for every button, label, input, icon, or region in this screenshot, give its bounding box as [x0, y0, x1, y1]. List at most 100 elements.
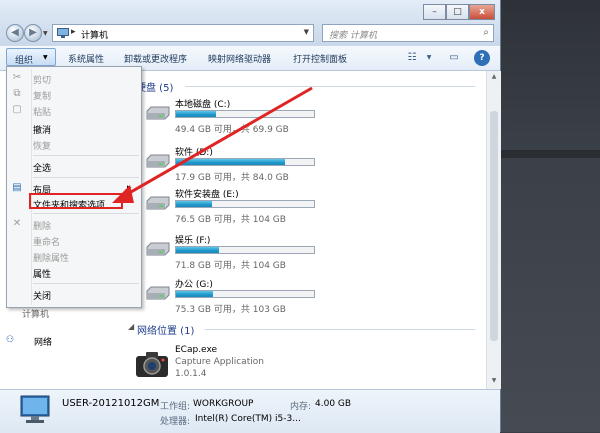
vertical-scrollbar[interactable]: ▲ ▼	[486, 71, 501, 389]
annotation-highlight-box	[29, 193, 123, 209]
menu-item: 重命名	[33, 238, 61, 248]
nav-computer-item[interactable]: 计算机	[22, 307, 49, 320]
scissors-icon: ✂	[12, 72, 22, 83]
system-properties-button[interactable]: 系统属性	[68, 52, 104, 65]
chevron-down-icon: ▼	[43, 54, 48, 61]
back-button[interactable]: ◀	[6, 24, 24, 42]
memory-value: 4.00 GB	[315, 399, 352, 409]
drive-item[interactable]: 软件 (D:) 17.9 GB 可用，共 84.0 GB	[145, 145, 325, 185]
address-dropdown-icon[interactable]: ▼	[304, 28, 309, 36]
menu-item: 剪切	[33, 76, 52, 86]
menu-item[interactable]: 撤消	[33, 123, 51, 136]
search-icon[interactable]: ⌕	[483, 27, 489, 38]
computer-icon	[20, 395, 50, 423]
drive-usage-bar	[175, 158, 315, 166]
uninstall-program-button[interactable]: 卸载或更改程序	[124, 52, 187, 65]
organize-label: 组织	[15, 56, 34, 66]
memory-label: 内存:	[290, 402, 312, 412]
drive-name: 办公 (G:)	[175, 280, 213, 290]
drive-usage-bar	[175, 246, 315, 254]
desktop-background	[500, 0, 600, 432]
drive-free-space: 17.9 GB 可用，共 84.0 GB	[175, 173, 289, 183]
drive-free-space: 75.3 GB 可用，共 103 GB	[175, 305, 286, 315]
camera-icon	[136, 352, 168, 377]
scrollbar-thumb[interactable]	[490, 111, 498, 341]
copy-icon: ⧉	[13, 88, 21, 99]
app-description: Capture Application	[175, 357, 264, 367]
hard-drive-icon	[146, 106, 170, 120]
app-version: 1.0.1.4	[175, 369, 207, 379]
drive-usage-fill	[176, 291, 214, 297]
menu-item[interactable]: 关闭	[33, 289, 51, 302]
details-pane: USER-20121012GM 工作组: WORKGROUP 内存: 4.00 …	[0, 389, 500, 433]
drive-item[interactable]: 办公 (G:) 75.3 GB 可用，共 103 GB	[145, 277, 325, 317]
drive-usage-fill	[176, 159, 286, 165]
open-control-panel-button[interactable]: 打开控制面板	[293, 52, 347, 65]
drive-free-space: 71.8 GB 可用，共 104 GB	[175, 261, 286, 271]
drive-item[interactable]: 本地磁盘 (C:) 49.4 GB 可用，共 69.9 GB	[145, 97, 325, 137]
app-name: ECap.exe	[175, 345, 218, 355]
menu-item: 删除属性	[33, 254, 70, 264]
paste-icon: ▢	[12, 104, 22, 115]
address-text[interactable]: 计算机	[81, 28, 108, 41]
map-network-drive-button[interactable]: 映射网络驱动器	[208, 52, 271, 65]
forward-button[interactable]: ▶	[24, 24, 42, 42]
ecap-app-item[interactable]: ECap.exe Capture Application 1.0.1.4	[135, 345, 315, 389]
desktop-band	[500, 150, 600, 158]
drive-free-space: 76.5 GB 可用，共 104 GB	[175, 215, 286, 225]
computer-icon	[57, 28, 69, 38]
maximize-button[interactable]: □	[446, 4, 469, 20]
workgroup-value: WORKGROUP	[193, 399, 254, 409]
section-collapse-icon[interactable]: ◢	[128, 322, 134, 331]
drive-usage-bar	[175, 110, 315, 118]
menu-separator	[33, 283, 139, 284]
menu-item: 粘贴	[33, 108, 52, 118]
preview-pane-icon[interactable]: ▭	[446, 50, 462, 66]
menu-item[interactable]: 全选	[33, 161, 51, 174]
workgroup-label: 工作组:	[160, 402, 191, 412]
drive-usage-fill	[176, 247, 219, 253]
processor-label: 处理器:	[160, 417, 191, 427]
search-placeholder: 搜索 计算机	[329, 31, 377, 41]
drive-usage-fill	[176, 201, 212, 207]
menu-item: 恢复	[33, 142, 52, 152]
hard-drive-icon	[146, 242, 170, 256]
network-section-heading[interactable]: 网络位置 (1)	[137, 322, 194, 337]
scroll-down-icon[interactable]: ▼	[487, 377, 501, 384]
drive-item[interactable]: 娱乐 (F:) 71.8 GB 可用，共 104 GB	[145, 233, 325, 273]
menu-item[interactable]: 属性	[33, 267, 51, 280]
view-options-icon[interactable]: ☷	[404, 50, 420, 66]
hard-drive-icon	[146, 154, 170, 168]
nav-network-item[interactable]: 网络	[34, 335, 52, 348]
hard-drive-icon	[146, 196, 170, 210]
section-divider	[205, 329, 475, 330]
help-icon[interactable]: ?	[474, 50, 490, 66]
view-dropdown-icon[interactable]: ▼	[421, 50, 437, 66]
menu-gutter	[31, 69, 32, 305]
menu-separator	[33, 177, 139, 178]
menu-separator	[33, 155, 139, 156]
address-box[interactable]: ▸ 计算机 ▼	[52, 24, 314, 42]
drive-usage-bar	[175, 290, 315, 298]
explorer-window: ◀ ▶ ▼ ▸ 计算机 ▼ 搜索 计算机 ⌕ – □ x 组织 ▼ 系统属性 卸…	[0, 0, 501, 433]
processor-value: Intel(R) Core(TM) i5-3...	[195, 414, 301, 424]
layout-icon: ▤	[12, 182, 22, 193]
menu-item: 删除	[33, 222, 52, 232]
address-chevron[interactable]: ▸	[71, 27, 76, 37]
hard-drive-icon	[146, 286, 170, 300]
scroll-up-icon[interactable]: ▲	[487, 73, 501, 80]
drive-name: 软件安装盘 (E:)	[175, 190, 239, 200]
delete-icon: ✕	[12, 218, 22, 229]
organize-button[interactable]: 组织 ▼	[6, 48, 56, 66]
close-button[interactable]: x	[469, 4, 495, 20]
drive-free-space: 49.4 GB 可用，共 69.9 GB	[175, 125, 289, 135]
menu-item: 复制	[33, 92, 52, 102]
section-divider	[185, 86, 475, 87]
organize-menu: 剪切 ✂ 复制 ⧉ 粘贴 ▢ 撤消 恢复 全选 布局 ▤ ▸ 文件夹和搜索选项 删除 ✕ 重命名 删除属性 属性关…	[6, 66, 142, 308]
drive-name: 软件 (D:)	[175, 148, 213, 158]
search-box[interactable]: 搜索 计算机 ⌕	[322, 24, 494, 42]
recent-pages-dropdown-icon[interactable]: ▼	[43, 30, 48, 37]
minimize-button[interactable]: –	[423, 4, 446, 20]
drive-item[interactable]: 软件安装盘 (E:) 76.5 GB 可用，共 104 GB	[145, 187, 325, 227]
menu-separator	[33, 213, 139, 214]
